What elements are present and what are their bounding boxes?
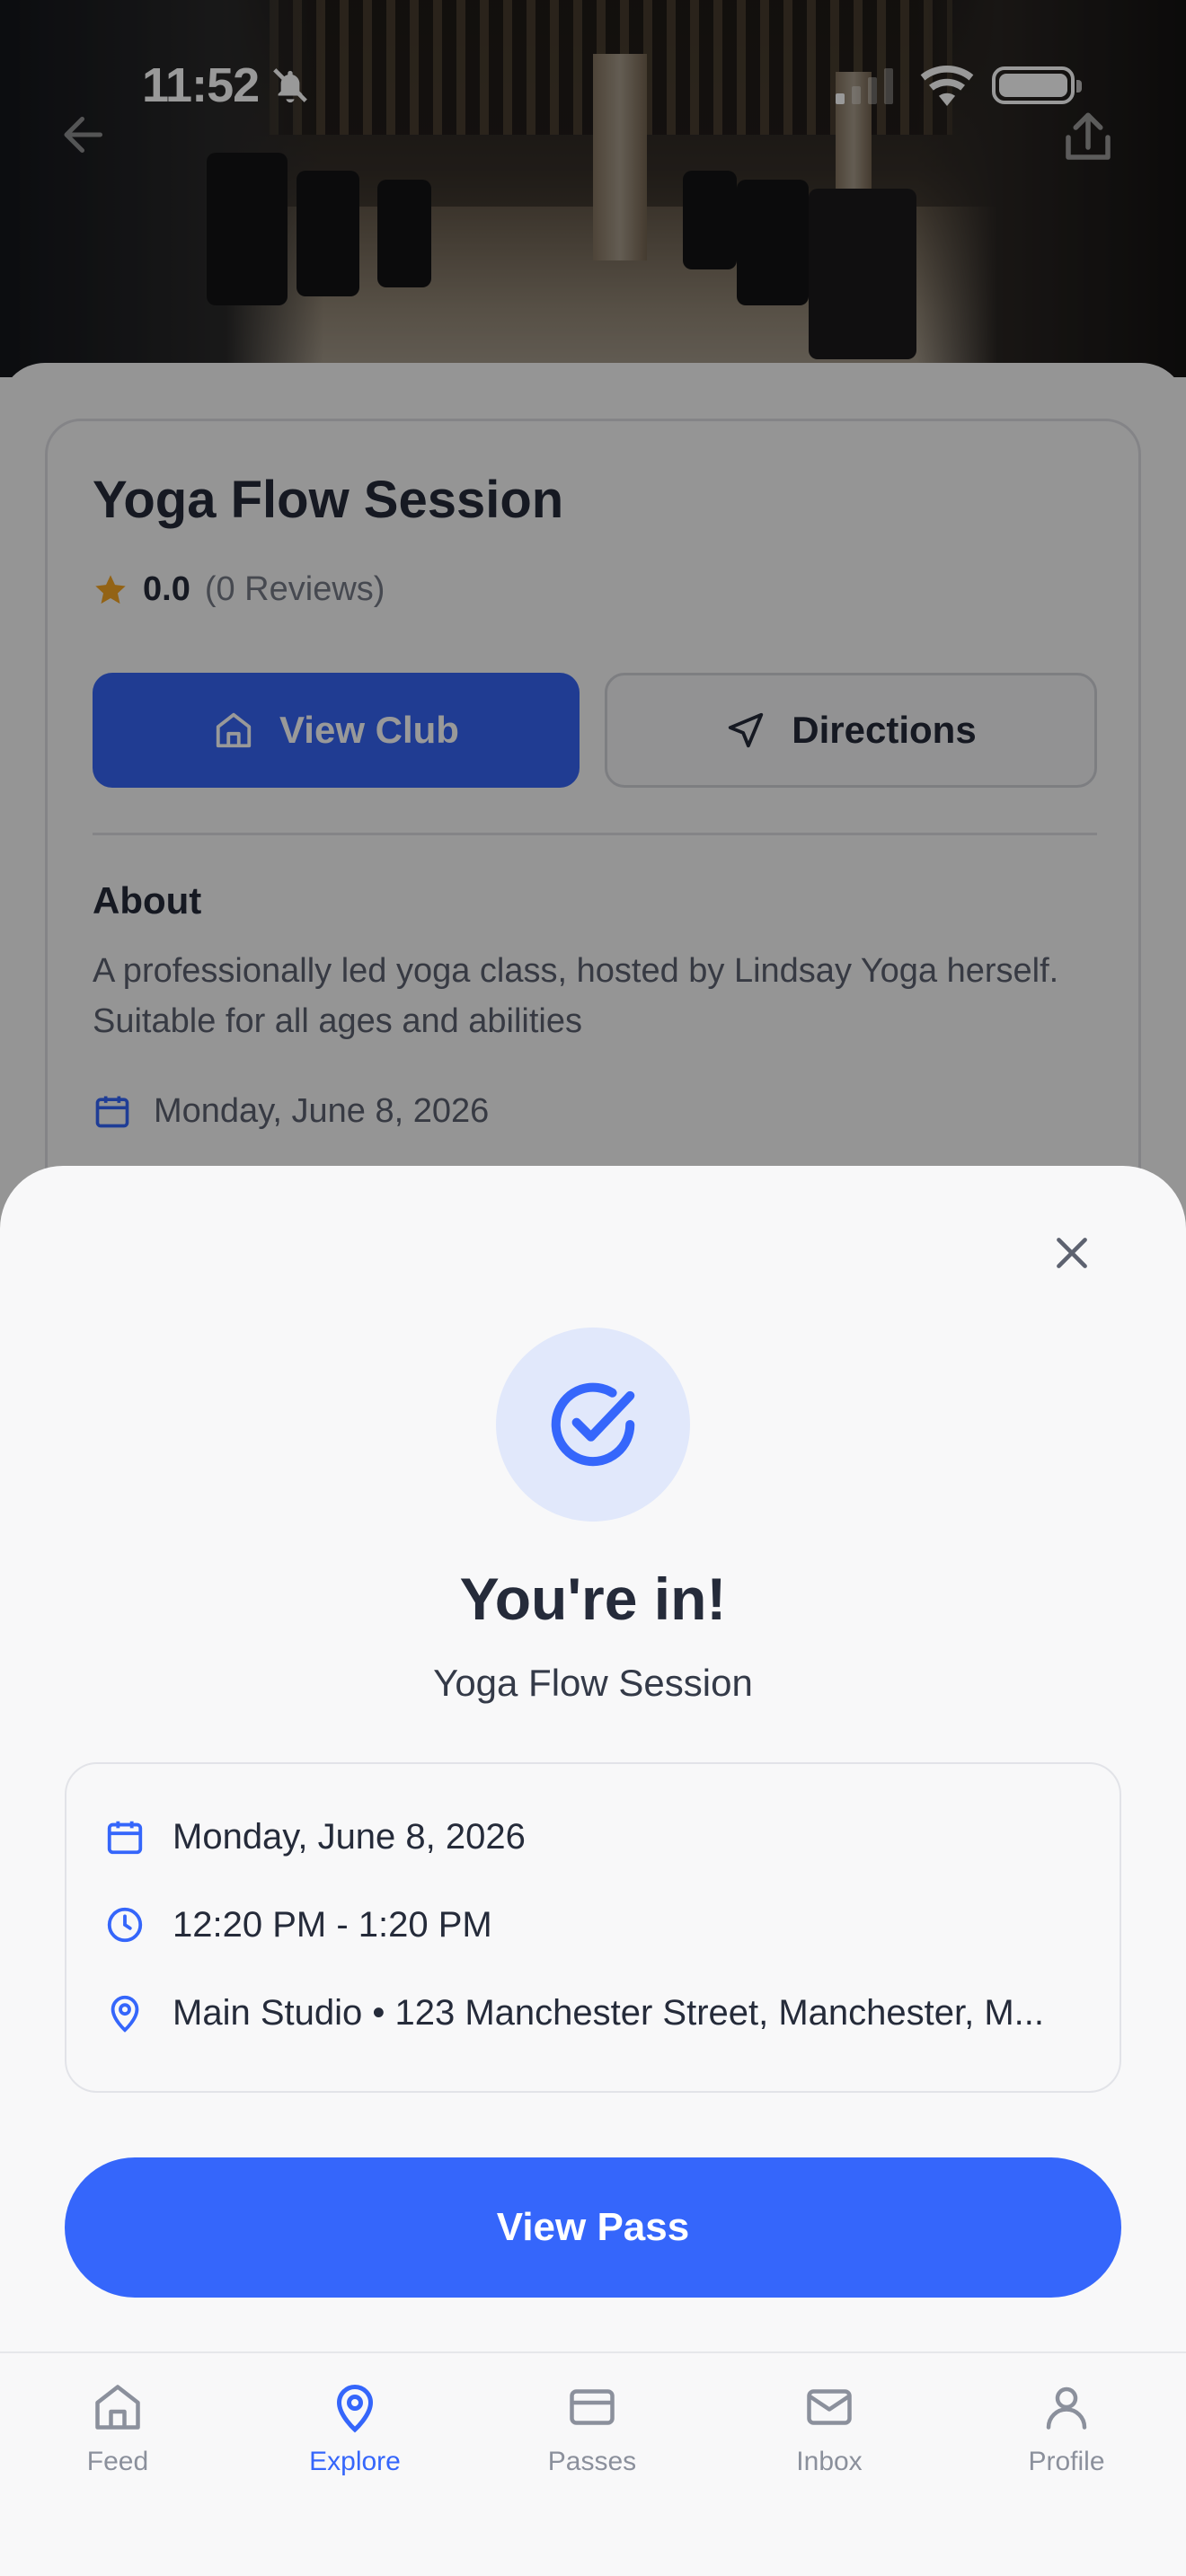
tab-explore[interactable]: Explore [274,2380,436,2477]
tab-passes[interactable]: Passes [511,2380,673,2477]
card-icon [570,2389,615,2425]
view-pass-label: View Pass [496,2205,690,2249]
tab-profile[interactable]: Profile [986,2380,1147,2477]
confirmation-class-name: Yoga Flow Session [433,1662,753,1704]
home-icon [95,2385,140,2430]
tab-explore-label: Explore [309,2447,401,2476]
map-pin-icon [111,1995,139,2033]
tab-profile-label: Profile [1028,2447,1105,2476]
clock-icon [107,1907,143,1943]
booking-time-row: 12:20 PM - 1:20 PM [104,1904,1071,1945]
booking-time: 12:20 PM - 1:20 PM [173,1904,492,1945]
booking-date-row: Monday, June 8, 2026 [104,1816,1071,1857]
tab-inbox[interactable]: Inbox [748,2380,910,2477]
tab-bar: Feed Explore Passes Inbox Profile [0,2351,1186,2576]
tab-passes-label: Passes [547,2447,637,2476]
success-badge [496,1328,690,1522]
tab-feed[interactable]: Feed [37,2380,199,2477]
close-button[interactable] [1042,1223,1102,1283]
close-icon [1057,1238,1087,1268]
user-icon [1046,2386,1087,2430]
booking-date: Monday, June 8, 2026 [173,1816,526,1857]
tab-inbox-label: Inbox [796,2447,863,2476]
booking-location-row: Main Studio • 123 Manchester Street, Man… [104,1992,1071,2033]
tab-feed-label: Feed [86,2447,149,2476]
check-circle-icon [551,1382,635,1467]
booking-info-card: Monday, June 8, 2026 12:20 PM - 1:20 PM … [65,1762,1121,2093]
booking-location: Main Studio • 123 Manchester Street, Man… [173,1992,1045,2033]
confirmation-title: You're in! [459,1566,727,1632]
mail-icon [807,2389,852,2425]
calendar-icon [107,1821,143,1855]
view-pass-button[interactable]: View Pass [65,2157,1121,2298]
map-pin-icon [336,2385,374,2433]
